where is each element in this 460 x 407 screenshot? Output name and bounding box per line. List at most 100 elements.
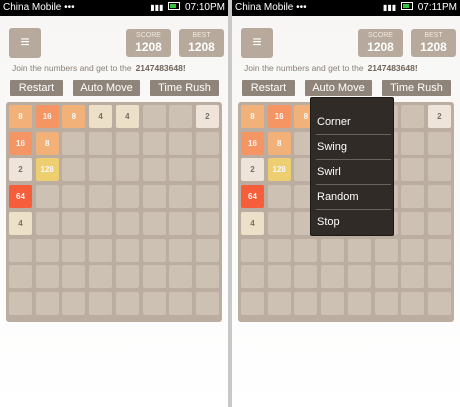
empty-cell [267,185,291,209]
empty-cell [374,265,398,289]
tile: 4 [115,105,139,128]
best-label: BEST [192,32,211,39]
tile: 4 [89,105,113,128]
empty-cell [321,238,345,262]
empty-cell [427,291,451,315]
best-box: BEST 1208 [179,29,224,57]
empty-cell [427,185,451,209]
empty-cell [294,291,318,315]
tile: 128 [267,158,291,182]
score-label: SCORE [368,32,393,39]
empty-cell [89,185,113,209]
empty-cell [169,185,193,209]
tile: 16 [9,131,32,155]
empty-cell [401,265,425,289]
empty-cell [115,291,139,315]
empty-cell [142,105,166,128]
empty-cell [347,265,371,289]
tile: 128 [35,158,59,182]
score-box: SCORE 1208 [126,29,171,57]
tile: 64 [9,185,32,209]
tile: 2 [9,158,32,182]
empty-cell [35,238,59,262]
best-value: 1208 [420,40,447,54]
empty-cell [35,291,59,315]
empty-cell [401,105,425,128]
tile: 8 [241,105,264,128]
status-bar: China Mobile ••• ▮▮▮ 07:11PM [232,0,460,16]
empty-cell [321,291,345,315]
empty-cell [62,185,86,209]
empty-cell [294,265,318,289]
empty-cell [9,265,32,289]
empty-cell [62,265,86,289]
empty-cell [267,211,291,235]
empty-cell [169,131,193,155]
empty-cell [142,211,166,235]
clock: 07:10PM [184,2,225,13]
battery-icon [400,2,413,10]
empty-cell [195,211,219,235]
empty-cell [35,265,59,289]
time-rush-button[interactable]: Time Rush [382,80,451,96]
best-value: 1208 [188,40,215,54]
empty-cell [9,291,32,315]
tile: 8 [9,105,32,128]
empty-cell [169,211,193,235]
dropdown-item-swing[interactable]: Swing [316,135,391,160]
restart-button[interactable]: Restart [242,80,295,96]
tile: 2 [427,105,451,128]
score-box: SCORE 1208 [358,29,403,57]
empty-cell [347,238,371,262]
tile: 8 [35,131,59,155]
carrier-label: China Mobile ••• [235,2,307,13]
auto-move-button[interactable]: Auto Move [305,80,372,96]
battery-icon [168,2,181,10]
carrier-label: China Mobile ••• [3,2,75,13]
empty-cell [9,238,32,262]
status-bar: China Mobile ••• ▮▮▮ 07:10PM [0,0,228,16]
goal-target: 2147483648! [367,63,418,73]
empty-cell [115,131,139,155]
empty-cell [195,238,219,262]
goal-text: Join the numbers and get to the 214748364… [12,63,186,73]
dropdown-item-random[interactable]: Random [316,185,391,210]
empty-cell [142,185,166,209]
tile: 16 [241,131,264,155]
empty-cell [267,291,291,315]
best-label: BEST [424,32,443,39]
empty-cell [62,291,86,315]
restart-button[interactable]: Restart [10,80,63,96]
empty-cell [169,158,193,182]
empty-cell [169,105,193,128]
empty-cell [427,238,451,262]
empty-cell [195,291,219,315]
empty-cell [294,238,318,262]
time-rush-button[interactable]: Time Rush [150,80,219,96]
tile: 4 [241,211,264,235]
empty-cell [89,211,113,235]
goal-target: 2147483648! [135,63,186,73]
menu-icon[interactable]: ≡ [241,28,273,58]
menu-icon[interactable]: ≡ [9,28,41,58]
empty-cell [401,238,425,262]
dropdown-item-stop[interactable]: Stop [316,210,391,234]
empty-cell [142,238,166,262]
empty-cell [142,265,166,289]
empty-cell [374,238,398,262]
empty-cell [169,265,193,289]
empty-cell [62,238,86,262]
status-indicators: ▮▮▮ 07:10PM [148,2,225,13]
empty-cell [195,265,219,289]
empty-cell [115,158,139,182]
auto-move-button[interactable]: Auto Move [73,80,140,96]
dropdown-item-swirl[interactable]: Swirl [316,160,391,185]
tile: 8 [267,131,291,155]
game-board[interactable]: 81684421682128644 [6,102,222,322]
score-value: 1208 [135,40,162,54]
clock: 07:11PM [417,2,457,13]
empty-cell [427,158,451,182]
empty-cell [401,291,425,315]
dropdown-item-corner[interactable]: Corner [316,110,391,135]
empty-cell [267,238,291,262]
